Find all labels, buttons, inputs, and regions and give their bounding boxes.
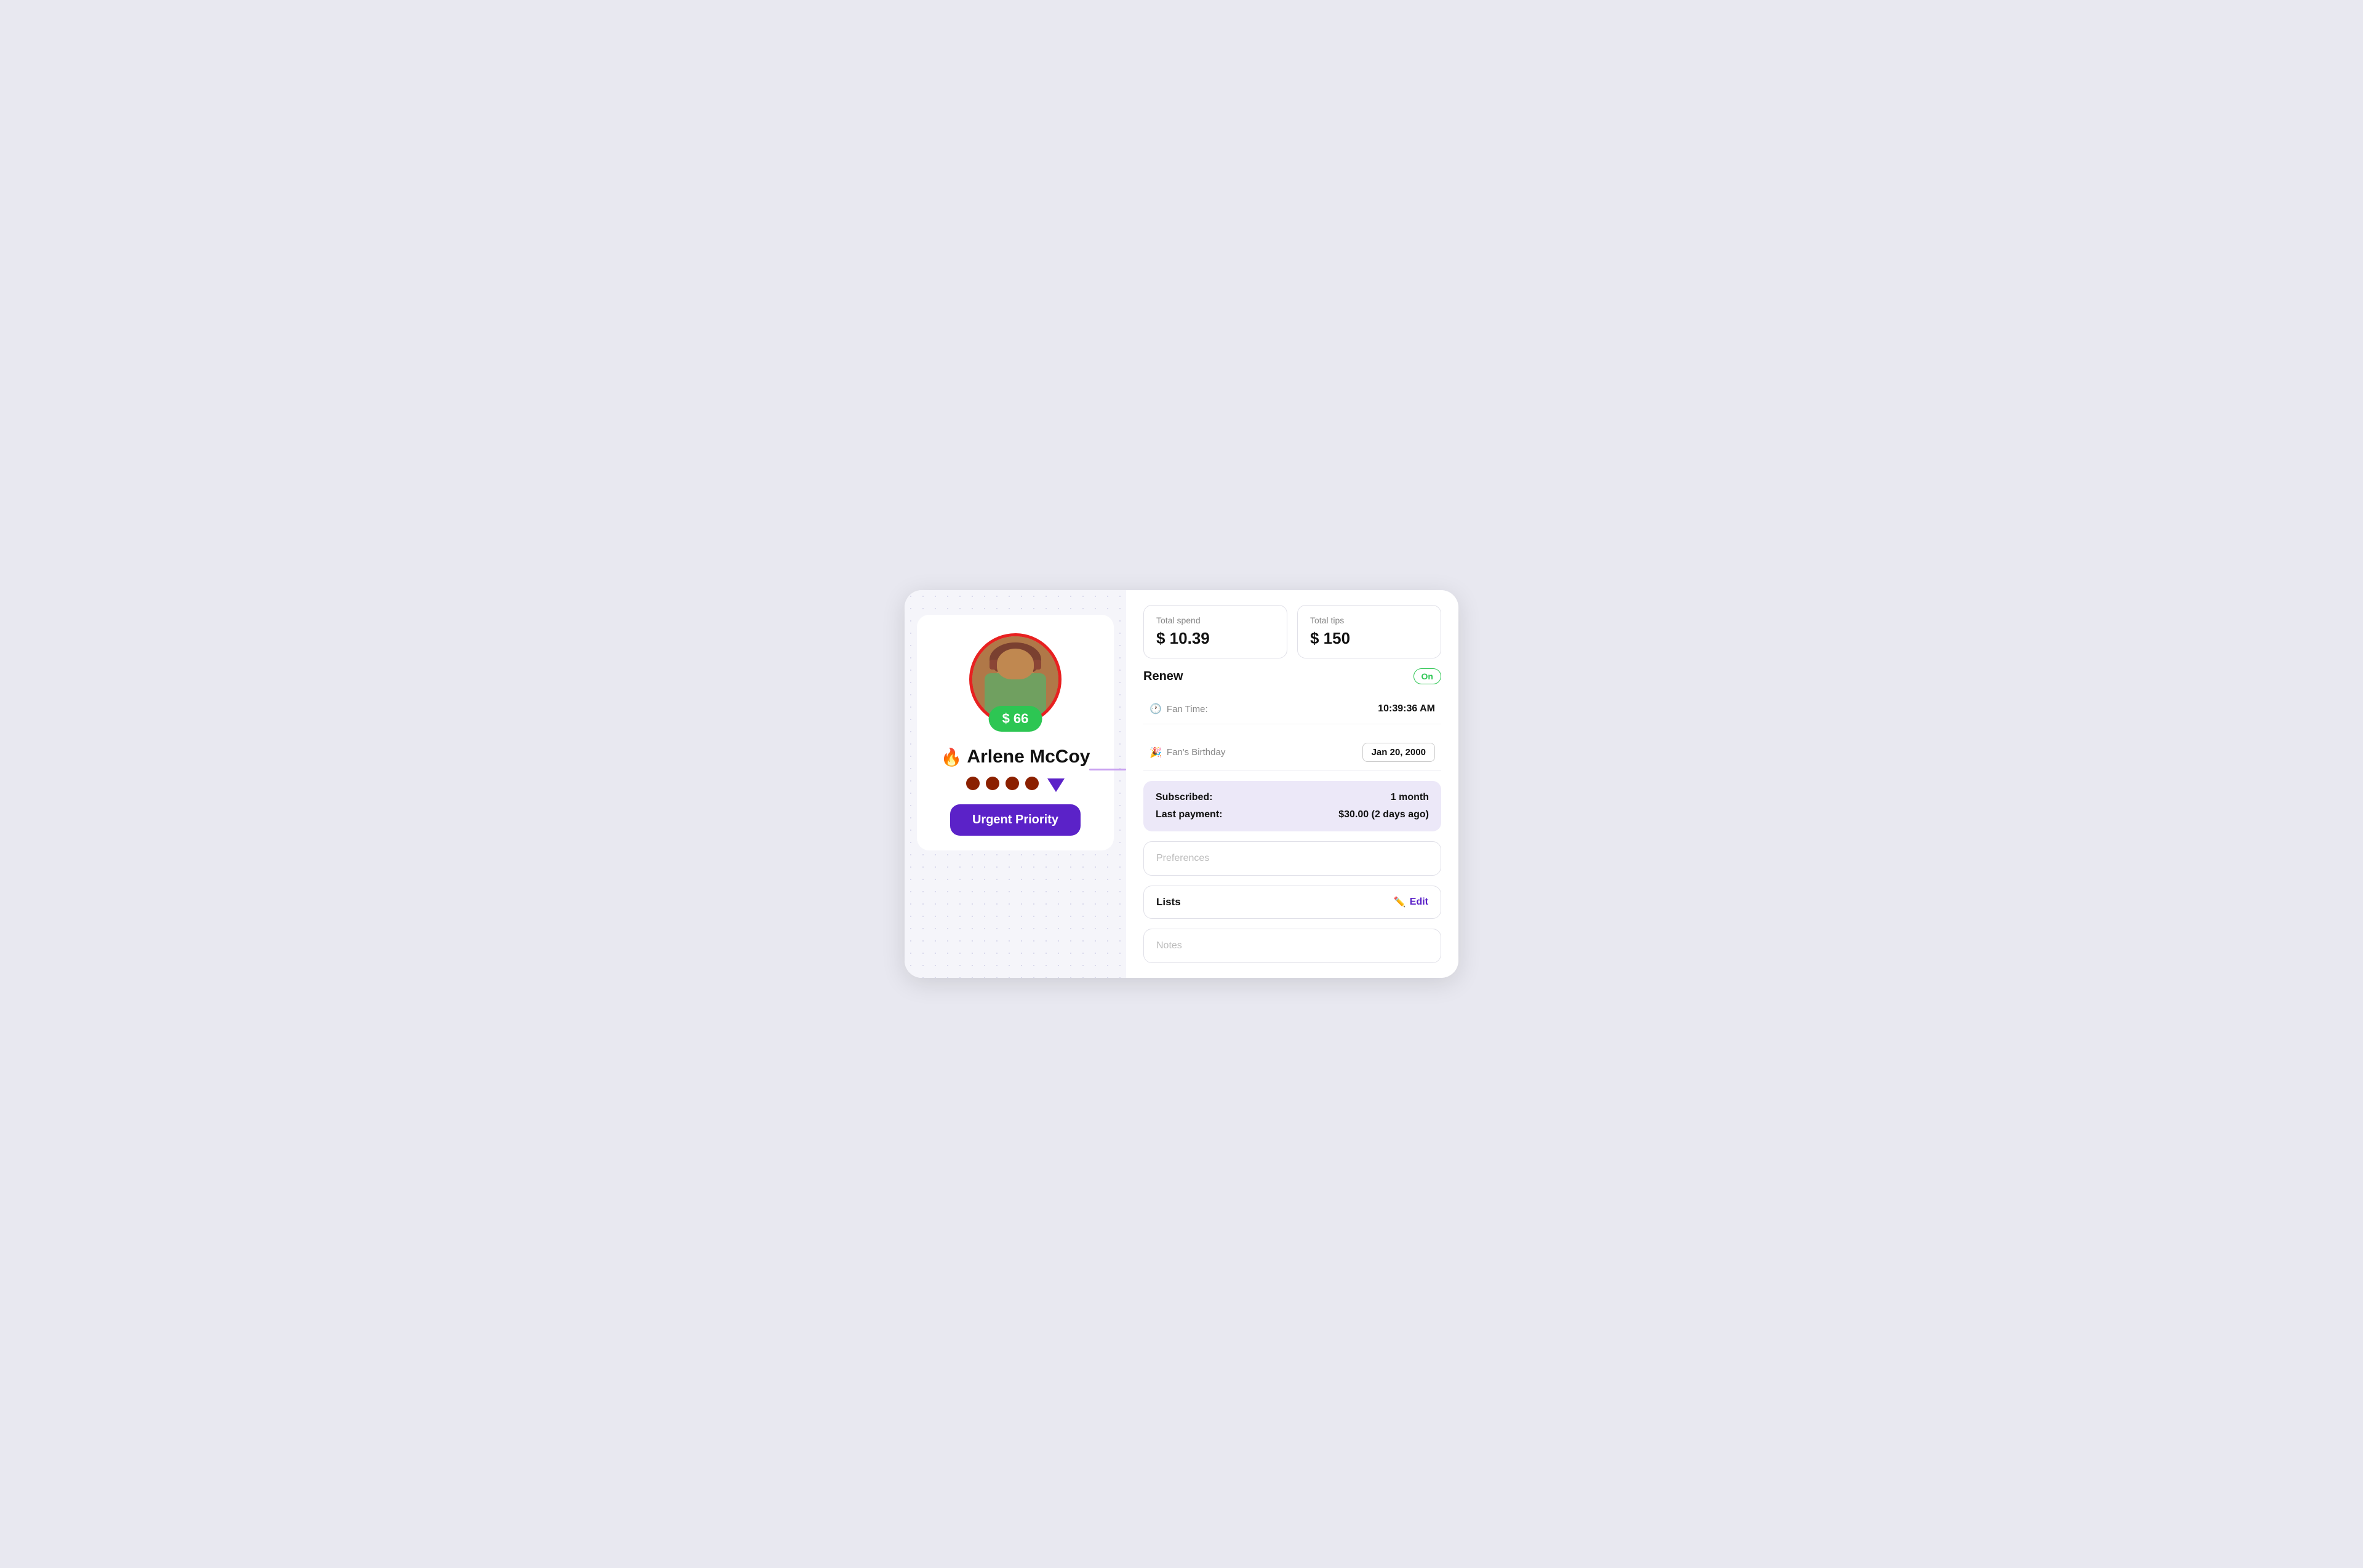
renew-label: Renew <box>1143 670 1183 684</box>
left-panel: $ 66 🔥 Arlene McCoy Urgent Priority <box>905 590 1126 978</box>
renew-status-badge[interactable]: On <box>1413 668 1441 684</box>
total-spend-label: Total spend <box>1156 615 1274 625</box>
total-spend-value: $ 10.39 <box>1156 629 1274 648</box>
fan-name: Arlene McCoy <box>967 746 1090 767</box>
total-spend-card: Total spend $ 10.39 <box>1143 605 1287 658</box>
cursor-icon <box>1047 778 1065 792</box>
center-divider <box>1089 769 1126 770</box>
dot-3 <box>1006 777 1019 790</box>
subscribed-value: 1 month <box>1391 792 1429 803</box>
total-tips-card: Total tips $ 150 <box>1297 605 1441 658</box>
dots-row <box>966 775 1065 792</box>
notes-placeholder: Notes <box>1156 940 1182 951</box>
last-payment-row: Last payment: $30.00 (2 days ago) <box>1156 809 1429 820</box>
fan-time-label: Fan Time: <box>1167 704 1208 714</box>
edit-button[interactable]: ✏️ Edit <box>1394 896 1428 908</box>
urgent-priority-badge[interactable]: Urgent Priority <box>950 804 1081 836</box>
main-card: $ 66 🔥 Arlene McCoy Urgent Priority Tota… <box>905 590 1458 978</box>
edit-icon: ✏️ <box>1394 896 1406 908</box>
dot-2 <box>986 777 999 790</box>
total-tips-value: $ 150 <box>1310 629 1428 648</box>
birthday-row: 🎉 Fan's Birthday Jan 20, 2000 <box>1143 734 1441 771</box>
birthday-left: 🎉 Fan's Birthday <box>1150 746 1225 759</box>
clock-icon: 🕐 <box>1150 703 1162 715</box>
fan-time-value: 10:39:36 AM <box>1378 703 1435 714</box>
subscribed-row: Subscribed: 1 month <box>1156 792 1429 803</box>
subscribed-label: Subscribed: <box>1156 792 1212 803</box>
edit-label: Edit <box>1410 897 1428 908</box>
preferences-placeholder: Preferences <box>1156 853 1209 863</box>
fire-icon: 🔥 <box>941 747 962 767</box>
dot-4 <box>1025 777 1039 790</box>
price-badge: $ 66 <box>989 706 1042 732</box>
last-payment-value: $30.00 (2 days ago) <box>1338 809 1429 820</box>
total-tips-label: Total tips <box>1310 615 1428 625</box>
birthday-label: Fan's Birthday <box>1167 747 1225 758</box>
fan-name-row: 🔥 Arlene McCoy <box>941 746 1090 767</box>
fan-time-row: 🕐 Fan Time: 10:39:36 AM <box>1143 694 1441 724</box>
dot-1 <box>966 777 980 790</box>
birthday-value: Jan 20, 2000 <box>1362 743 1435 762</box>
last-payment-label: Last payment: <box>1156 809 1222 820</box>
preferences-box[interactable]: Preferences <box>1143 841 1441 876</box>
lists-row: Lists ✏️ Edit <box>1143 886 1441 919</box>
lists-label: Lists <box>1156 896 1181 908</box>
right-panel: Total spend $ 10.39 Total tips $ 150 Ren… <box>1126 590 1458 978</box>
subscription-card: Subscribed: 1 month Last payment: $30.00… <box>1143 781 1441 831</box>
notes-box[interactable]: Notes <box>1143 929 1441 963</box>
avatar-wrapper: $ 66 <box>969 633 1062 726</box>
birthday-icon: 🎉 <box>1150 746 1162 759</box>
profile-card: $ 66 🔥 Arlene McCoy Urgent Priority <box>917 615 1114 850</box>
fan-time-left: 🕐 Fan Time: <box>1150 703 1208 715</box>
stats-row: Total spend $ 10.39 Total tips $ 150 <box>1143 605 1441 658</box>
renew-row: Renew On <box>1143 668 1441 684</box>
